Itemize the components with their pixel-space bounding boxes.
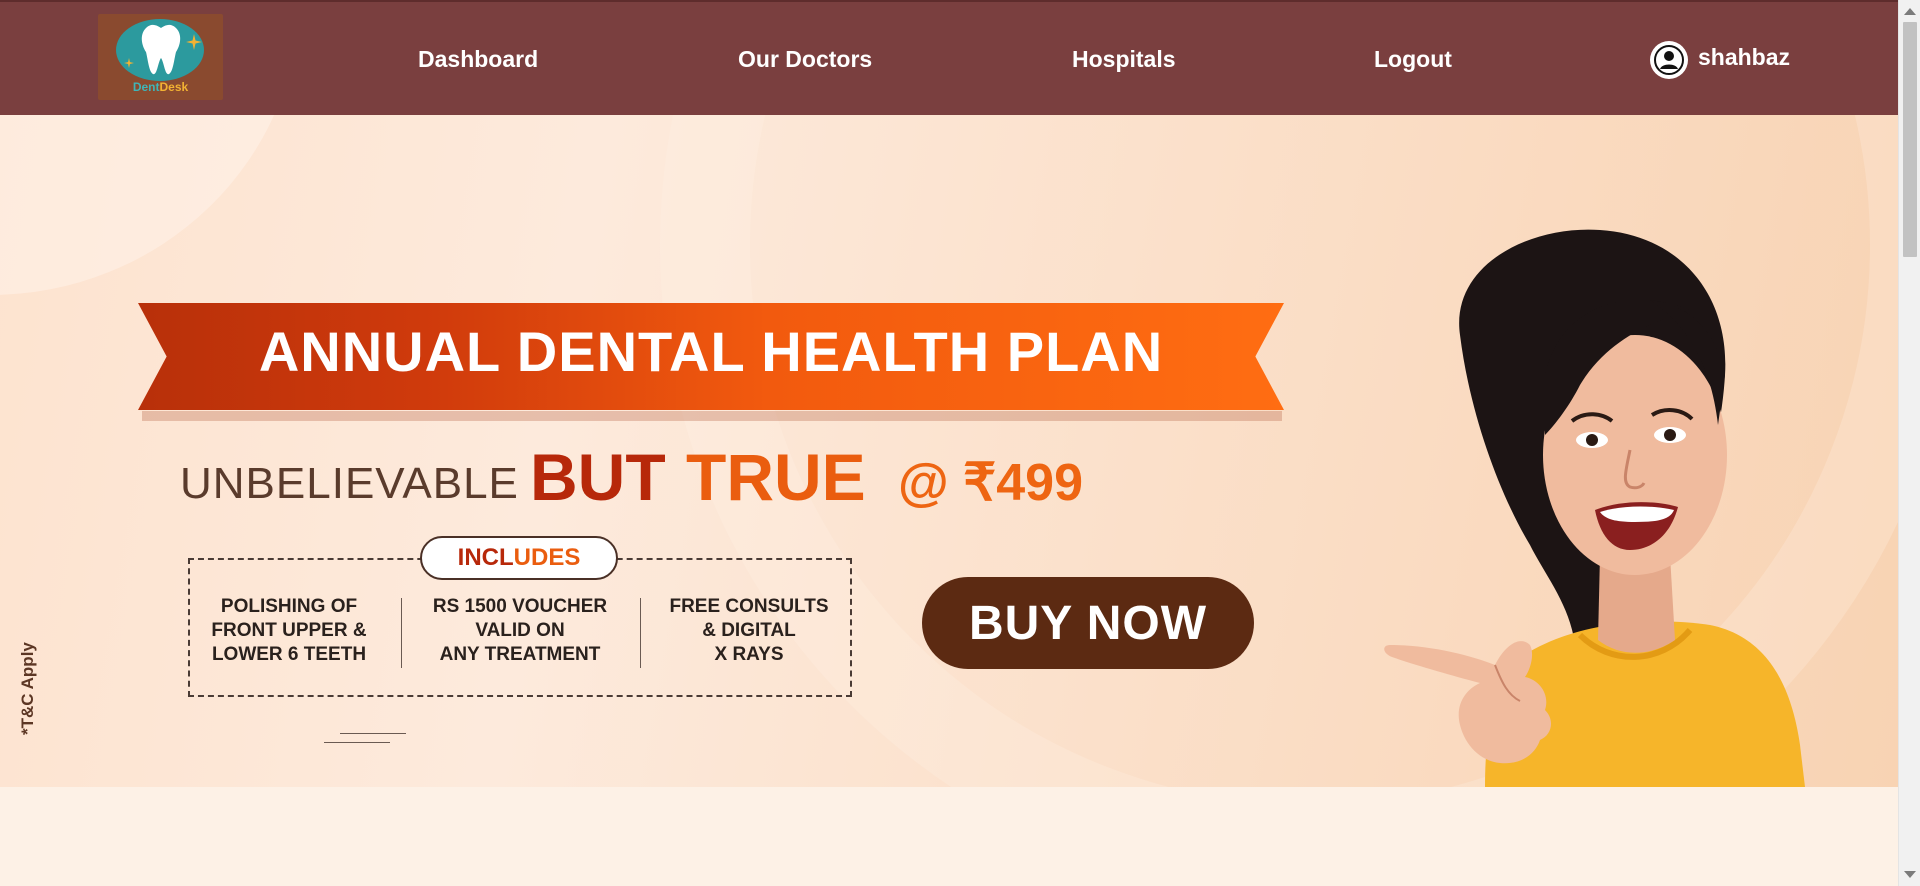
- feature-line: X RAYS: [714, 644, 784, 665]
- logo-word-dent: Dent: [132, 80, 160, 94]
- terms-note: *T&C Apply: [18, 642, 37, 735]
- feature-line: FRONT UPPER &: [211, 620, 367, 641]
- banner-headline: ANNUAL DENTAL HEALTH PLAN: [258, 320, 1164, 383]
- dentdesk-logo[interactable]: DentDesk: [98, 14, 223, 100]
- logo-wordmark: DentDesk: [98, 80, 223, 94]
- scroll-down-arrow-icon[interactable]: [1904, 871, 1916, 878]
- sparkle-small-icon: [124, 58, 134, 68]
- feature-line: LOWER 6 TEETH: [211, 644, 367, 665]
- logo-word-desk: Desk: [159, 80, 189, 94]
- feature-line: POLISHING OF: [220, 596, 358, 617]
- background-swirl: [0, 115, 300, 295]
- feature-polishing: POLISHING OF FRONT UPPER & LOWER 6 TEETH: [196, 595, 382, 667]
- vertical-scrollbar[interactable]: [1898, 0, 1920, 886]
- scroll-up-arrow-icon[interactable]: [1904, 8, 1916, 15]
- nav-dashboard[interactable]: Dashboard: [418, 46, 538, 73]
- smiling-woman-image: [1384, 229, 1805, 787]
- nav-hospitals[interactable]: Hospitals: [1072, 46, 1176, 73]
- feature-line: & DIGITAL: [702, 620, 796, 641]
- scrollbar-thumb[interactable]: [1903, 22, 1917, 257]
- nav-our-doctors[interactable]: Our Doctors: [738, 46, 872, 73]
- feature-divider: [401, 598, 402, 668]
- includes-label-part-1: INCL: [457, 544, 514, 571]
- decorative-line: [324, 742, 390, 743]
- buy-now-button[interactable]: BUY NOW: [922, 577, 1254, 669]
- feature-line: VALID ON: [475, 620, 565, 641]
- feature-divider: [640, 598, 641, 668]
- includes-label-part-2: UDES: [513, 544, 581, 571]
- tagline-but: BUT: [530, 440, 666, 514]
- user-name: shahbaz: [1698, 43, 1791, 70]
- tagline-unbelievable: UNBELIEVABLE: [180, 459, 519, 508]
- feature-line: RS 1500 VOUCHER: [432, 596, 608, 617]
- decorative-line: [340, 733, 406, 734]
- plan-price: @ ₹499: [898, 454, 1083, 512]
- sparkle-icon: [186, 34, 202, 50]
- tagline-true: TRUE: [686, 440, 866, 514]
- includes-label: INCLUDES: [420, 536, 618, 580]
- top-navbar: DentDesk Dashboard Our Doctors Hospitals…: [0, 0, 1898, 115]
- page-content-area: [0, 787, 1898, 886]
- promo-banner: ANNUAL DENTAL HEALTH PLAN UNBELIEVABLE B…: [0, 115, 1898, 787]
- tooth-icon: [141, 24, 181, 75]
- feature-voucher: RS 1500 VOUCHER VALID ON ANY TREATMENT: [422, 595, 618, 667]
- ribbon-shadow: [142, 411, 1282, 421]
- user-profile[interactable]: shahbaz: [1650, 40, 1790, 80]
- nav-logout[interactable]: Logout: [1374, 46, 1452, 73]
- feature-consults: FREE CONSULTS & DIGITAL X RAYS: [652, 595, 846, 667]
- feature-line: ANY TREATMENT: [439, 644, 601, 665]
- feature-line: FREE CONSULTS: [669, 596, 829, 617]
- user-circle-icon: [1650, 41, 1688, 79]
